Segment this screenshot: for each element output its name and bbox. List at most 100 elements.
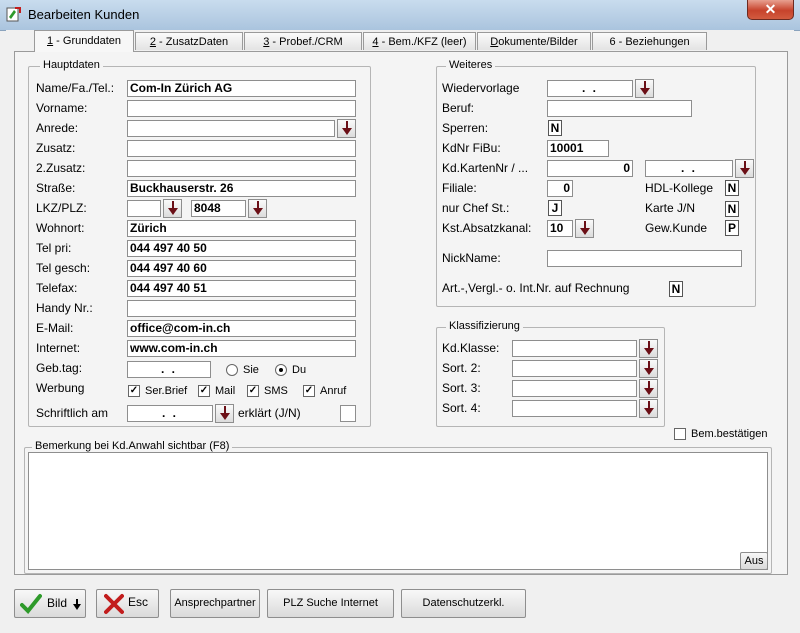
nur-chef-flag[interactable]: J	[548, 200, 562, 216]
kdnr-field[interactable]: 10001	[547, 140, 609, 157]
mail-label: Mail	[215, 385, 236, 397]
filiale-field[interactable]: 0	[547, 180, 573, 197]
telpri-field[interactable]: 044 497 40 50	[127, 240, 356, 257]
sperren-flag[interactable]: N	[548, 120, 562, 136]
arrow-down-icon	[643, 341, 654, 355]
wiedervorlage-dropdown-button[interactable]	[635, 79, 654, 98]
strasse-label: Straße:	[36, 181, 76, 195]
anrede-field[interactable]	[127, 120, 335, 137]
kdkarten-dropdown-button[interactable]	[735, 159, 754, 178]
hauptdaten-legend: Hauptdaten	[40, 59, 103, 71]
sort2-dropdown-button[interactable]	[639, 359, 658, 378]
plz-dropdown-button[interactable]	[248, 199, 267, 218]
esc-label: Esc	[128, 595, 149, 609]
tab-probef-crm[interactable]: 3 - Probef./CRM	[244, 32, 362, 50]
zusatz-field[interactable]	[127, 140, 356, 157]
arrow-down-icon	[643, 401, 654, 415]
lkz-field[interactable]	[127, 200, 161, 217]
tab-grunddaten[interactable]: 1 - Grunddaten	[34, 30, 134, 52]
mail-checkbox[interactable]: ✓	[198, 385, 210, 397]
beruf-field[interactable]	[547, 100, 692, 117]
bem-bestaetigen-checkbox[interactable]	[674, 428, 686, 440]
sort4-label: Sort. 4:	[442, 401, 481, 415]
serbrief-checkbox[interactable]: ✓	[128, 385, 140, 397]
anruf-checkbox[interactable]: ✓	[303, 385, 315, 397]
sms-label: SMS	[264, 385, 288, 397]
kst-dropdown-button[interactable]	[575, 219, 594, 238]
sort4-dropdown-button[interactable]	[639, 399, 658, 418]
du-label: Du	[292, 364, 307, 376]
kdklasse-dropdown-button[interactable]	[639, 339, 658, 358]
wiedervorlage-field[interactable]: . .	[547, 80, 633, 97]
aus-button[interactable]: Aus	[740, 552, 768, 570]
erklaert-field[interactable]	[340, 405, 356, 422]
du-radio[interactable]	[275, 364, 287, 376]
arrow-down-icon	[579, 221, 590, 235]
lkz-dropdown-button[interactable]	[163, 199, 182, 218]
wohnort-field[interactable]: Zürich	[127, 220, 356, 237]
erklaert-label: erklärt (J/N)	[238, 406, 301, 420]
close-button[interactable]: ✕	[747, 0, 794, 20]
gew-kunde-flag[interactable]: P	[725, 220, 739, 236]
schriftlich-field[interactable]: . .	[127, 405, 213, 422]
handy-label: Handy Nr.:	[36, 301, 93, 315]
zusatz2-field[interactable]	[127, 160, 356, 177]
plz-field[interactable]: 8048	[191, 200, 246, 217]
checkmark-icon	[20, 594, 42, 614]
karte-label: Karte J/N	[645, 201, 696, 215]
datenschutz-button[interactable]: Datenschutzerkl.	[401, 589, 526, 618]
kdklasse-field[interactable]	[512, 340, 637, 357]
handy-field[interactable]	[127, 300, 356, 317]
ansprechpartner-button[interactable]: Ansprechpartner	[170, 589, 260, 618]
sie-label: Sie	[243, 364, 259, 376]
hdl-kollege-flag[interactable]: N	[725, 180, 739, 196]
kdkarten-field[interactable]: 0	[547, 160, 633, 177]
art-rechnung-flag[interactable]: N	[669, 281, 683, 297]
arrow-down-small-icon	[73, 599, 81, 610]
gebtag-field[interactable]: . .	[127, 361, 211, 378]
bemerkung-memo[interactable]	[28, 452, 768, 570]
strasse-field[interactable]: Buckhauserstr. 26	[127, 180, 356, 197]
tab-dokumente-bilder[interactable]: Dokumente/Bilder	[477, 32, 591, 50]
email-label: E-Mail:	[36, 321, 74, 335]
arrow-down-icon	[639, 81, 650, 95]
sort4-field[interactable]	[512, 400, 637, 417]
art-rechnung-label: Art.-,Vergl.- o. Int.Nr. auf Rechnung	[442, 281, 630, 295]
sort3-field[interactable]	[512, 380, 637, 397]
telgesch-label: Tel gesch:	[36, 261, 91, 275]
schriftlich-label: Schriftlich am	[36, 406, 109, 420]
schriftlich-dropdown-button[interactable]	[215, 404, 234, 423]
esc-button[interactable]: Esc	[96, 589, 159, 618]
werbung-label: Werbung	[36, 381, 85, 395]
kst-absatzkanal-field[interactable]: 10	[547, 220, 573, 237]
plz-suche-internet-button[interactable]: PLZ Suche Internet	[267, 589, 394, 618]
sie-radio[interactable]	[226, 364, 238, 376]
arrow-down-icon	[643, 361, 654, 375]
close-icon: ✕	[764, 1, 777, 17]
arrow-down-icon	[739, 161, 750, 175]
nur-chef-label: nur Chef St.:	[442, 201, 510, 215]
sms-checkbox[interactable]: ✓	[247, 385, 259, 397]
kst-absatzkanal-label: Kst.Absatzkanal:	[442, 221, 532, 235]
bild-button[interactable]: Bild	[14, 589, 86, 618]
vorname-field[interactable]	[127, 100, 356, 117]
tab-beziehungen[interactable]: 6 - Beziehungen	[592, 32, 707, 50]
tab-zusatzdaten[interactable]: 2 - ZusatzDaten	[135, 32, 243, 50]
sort2-field[interactable]	[512, 360, 637, 377]
telgesch-field[interactable]: 044 497 40 60	[127, 260, 356, 277]
kdkarten-label: Kd.KartenNr / ...	[442, 161, 529, 175]
telefax-field[interactable]: 044 497 40 51	[127, 280, 356, 297]
anrede-dropdown-button[interactable]	[337, 119, 356, 138]
name-field[interactable]: Com-In Zürich AG	[127, 80, 356, 97]
email-field[interactable]: office@com-in.ch	[127, 320, 356, 337]
sort3-dropdown-button[interactable]	[639, 379, 658, 398]
filiale-label: Filiale:	[442, 181, 477, 195]
nickname-field[interactable]	[547, 250, 742, 267]
internet-label: Internet:	[36, 341, 81, 355]
internet-field[interactable]: www.com-in.ch	[127, 340, 356, 357]
karte-flag[interactable]: N	[725, 201, 739, 217]
kdkarten-date-field[interactable]: . .	[645, 160, 733, 177]
nickname-label: NickName:	[442, 251, 501, 265]
tab-bem-kfz[interactable]: 4 - Bem./KFZ (leer)	[363, 32, 476, 50]
weiteres-legend: Weiteres	[446, 59, 496, 71]
